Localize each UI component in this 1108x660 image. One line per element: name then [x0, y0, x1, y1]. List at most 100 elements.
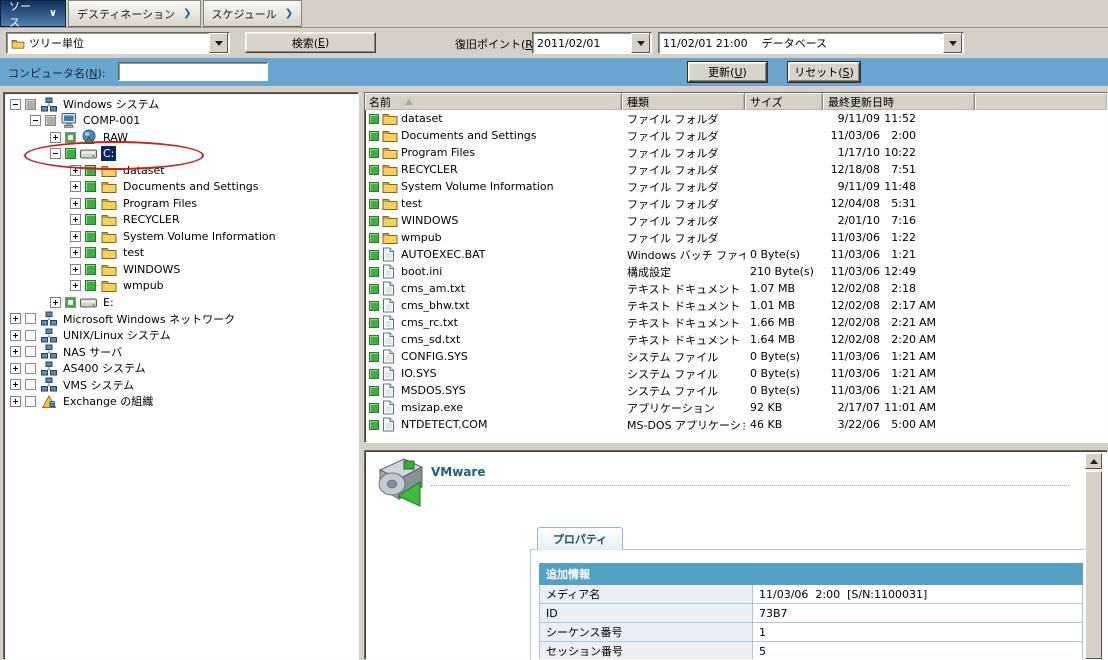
selection-checkbox[interactable] — [25, 363, 36, 374]
tree-item-label[interactable]: UNIX/Linux システム — [61, 326, 173, 344]
selection-checkbox[interactable] — [369, 403, 379, 413]
tree-item[interactable]: dataset — [4, 162, 358, 179]
file-row[interactable]: MSDOS.SYS システム ファイル 0 Byte(s) 11/03/061:… — [365, 382, 1107, 399]
tree-item-label[interactable]: Program Files — [121, 196, 199, 211]
tree-item[interactable]: COMP-001 — [4, 113, 358, 130]
tree-item[interactable]: Exchange の組織 — [4, 393, 358, 410]
expander-icon[interactable] — [10, 99, 21, 110]
file-name[interactable]: MSDOS.SYS — [401, 384, 466, 397]
column-header[interactable] — [975, 93, 1107, 110]
expander-icon[interactable] — [70, 198, 81, 209]
selection-checkbox[interactable] — [369, 335, 379, 345]
file-name[interactable]: boot.ini — [401, 265, 442, 278]
selection-checkbox[interactable] — [369, 318, 379, 328]
tree-item-label[interactable]: test — [121, 245, 146, 260]
tree-item[interactable]: E: — [4, 294, 358, 311]
file-row[interactable]: cms_sd.txt テキスト ドキュメント 1.64 MB 12/02/082… — [365, 331, 1107, 348]
expander-icon[interactable] — [70, 214, 81, 225]
selection-checkbox[interactable] — [369, 250, 379, 260]
tree-item[interactable]: Program Files — [4, 195, 358, 212]
expander-icon[interactable] — [70, 264, 81, 275]
tree-item[interactable]: AS400 システム — [4, 360, 358, 377]
file-row[interactable]: Documents and Settings ファイル フォルダ 11/03/0… — [365, 127, 1107, 144]
file-name[interactable]: NTDETECT.COM — [401, 418, 487, 431]
tree-item[interactable]: System Volume Information — [4, 228, 358, 245]
reset-button[interactable]: リセット(S) — [788, 62, 860, 82]
search-button[interactable]: 検索(E) — [245, 32, 376, 53]
expander-icon[interactable] — [10, 330, 21, 341]
expander-icon[interactable] — [10, 313, 21, 324]
selection-checkbox[interactable] — [85, 264, 96, 275]
scrollbar-thumb[interactable] — [1085, 471, 1102, 659]
tree-item[interactable]: RECYCLER — [4, 212, 358, 229]
file-row[interactable]: AUTOEXEC.BAT Windows バッチ ファイ... 0 Byte(s… — [365, 246, 1107, 263]
expander-icon[interactable] — [50, 132, 61, 143]
selection-checkbox[interactable] — [65, 297, 76, 308]
column-header[interactable]: サイズ — [745, 93, 823, 110]
file-name[interactable]: System Volume Information — [401, 180, 554, 193]
file-name[interactable]: AUTOEXEC.BAT — [401, 248, 486, 261]
selection-checkbox[interactable] — [25, 99, 36, 110]
file-name[interactable]: test — [401, 197, 422, 210]
tree-item[interactable]: Microsoft Windows ネットワーク — [4, 311, 358, 328]
file-row[interactable]: boot.ini 構成設定 210 Byte(s) 11/03/0612:49 — [365, 263, 1107, 280]
selection-checkbox[interactable] — [369, 148, 379, 158]
tree-item-label[interactable]: dataset — [121, 163, 167, 178]
expander-icon[interactable] — [70, 181, 81, 192]
selection-checkbox[interactable] — [85, 165, 96, 176]
file-name[interactable]: cms_rc.txt — [401, 316, 458, 329]
selection-checkbox[interactable] — [369, 114, 379, 124]
tree-item-label[interactable]: E: — [101, 295, 116, 310]
selection-checkbox[interactable] — [85, 198, 96, 209]
selection-checkbox[interactable] — [25, 346, 36, 357]
file-row[interactable]: cms_am.txt テキスト ドキュメント 1.07 MB 12/02/082… — [365, 280, 1107, 297]
expander-icon[interactable] — [10, 379, 21, 390]
tree-item-label[interactable]: AS400 システム — [61, 359, 148, 377]
selection-checkbox[interactable] — [369, 301, 379, 311]
file-row[interactable]: WINDOWS ファイル フォルダ 2/01/107:16 — [365, 212, 1107, 229]
tab-properties[interactable]: プロパティ — [537, 527, 623, 550]
file-name[interactable]: dataset — [401, 112, 443, 125]
dropdown-arrow-icon[interactable] — [943, 33, 962, 53]
selection-checkbox[interactable] — [369, 284, 379, 294]
expander-icon[interactable] — [10, 346, 21, 357]
selection-checkbox[interactable] — [369, 267, 379, 277]
selection-checkbox[interactable] — [85, 214, 96, 225]
tree-item[interactable]: Windows システム — [4, 96, 358, 113]
tree-item-label[interactable]: RAW — [101, 130, 130, 145]
expander-icon[interactable] — [70, 165, 81, 176]
file-row[interactable]: System Volume Information ファイル フォルダ 9/11… — [365, 178, 1107, 195]
tree-item-label[interactable]: RECYCLER — [121, 212, 182, 227]
file-row[interactable]: CONFIG.SYS システム ファイル 0 Byte(s) 11/03/061… — [365, 348, 1107, 365]
tree-item[interactable]: NAS サーバ — [4, 344, 358, 361]
update-button[interactable]: 更新(U) — [688, 62, 767, 82]
tree-item-label[interactable]: System Volume Information — [121, 229, 278, 244]
file-row[interactable]: dataset ファイル フォルダ 9/11/0911:52 — [365, 110, 1107, 127]
file-row[interactable]: test ファイル フォルダ 12/04/085:31 — [365, 195, 1107, 212]
expander-icon[interactable] — [10, 396, 21, 407]
file-row[interactable]: cms_rc.txt テキスト ドキュメント 1.66 MB 12/02/082… — [365, 314, 1107, 331]
tree-item[interactable]: C: — [4, 146, 358, 163]
selection-checkbox[interactable] — [369, 233, 379, 243]
tree-item-label[interactable]: COMP-001 — [81, 113, 142, 128]
tree-item-label[interactable]: Documents and Settings — [121, 179, 261, 194]
file-name[interactable]: WINDOWS — [401, 214, 458, 227]
selection-checkbox[interactable] — [369, 165, 379, 175]
selection-checkbox[interactable] — [369, 420, 379, 430]
file-row[interactable]: RECYCLER ファイル フォルダ 12/18/087:51 — [365, 161, 1107, 178]
file-row[interactable]: wmpub ファイル フォルダ 11/03/061:22 — [365, 229, 1107, 246]
file-row[interactable]: NTDETECT.COM MS-DOS アプリケーション 46 KB 3/22/… — [365, 416, 1107, 433]
expander-icon[interactable] — [10, 363, 21, 374]
tree-item-label[interactable]: C: — [101, 146, 116, 161]
tree-filter-combobox[interactable]: ツリー単位 — [6, 32, 230, 54]
details-scrollbar[interactable] — [1085, 453, 1102, 659]
selection-checkbox[interactable] — [369, 199, 379, 209]
selection-checkbox[interactable] — [369, 369, 379, 379]
tree-item[interactable]: test — [4, 245, 358, 262]
expander-icon[interactable] — [30, 115, 41, 126]
selection-checkbox[interactable] — [369, 182, 379, 192]
column-header[interactable]: 名前 — [365, 93, 622, 110]
expander-icon[interactable] — [70, 280, 81, 291]
tree-item-label[interactable]: Exchange の組織 — [61, 392, 155, 410]
file-name[interactable]: cms_sd.txt — [401, 333, 460, 346]
